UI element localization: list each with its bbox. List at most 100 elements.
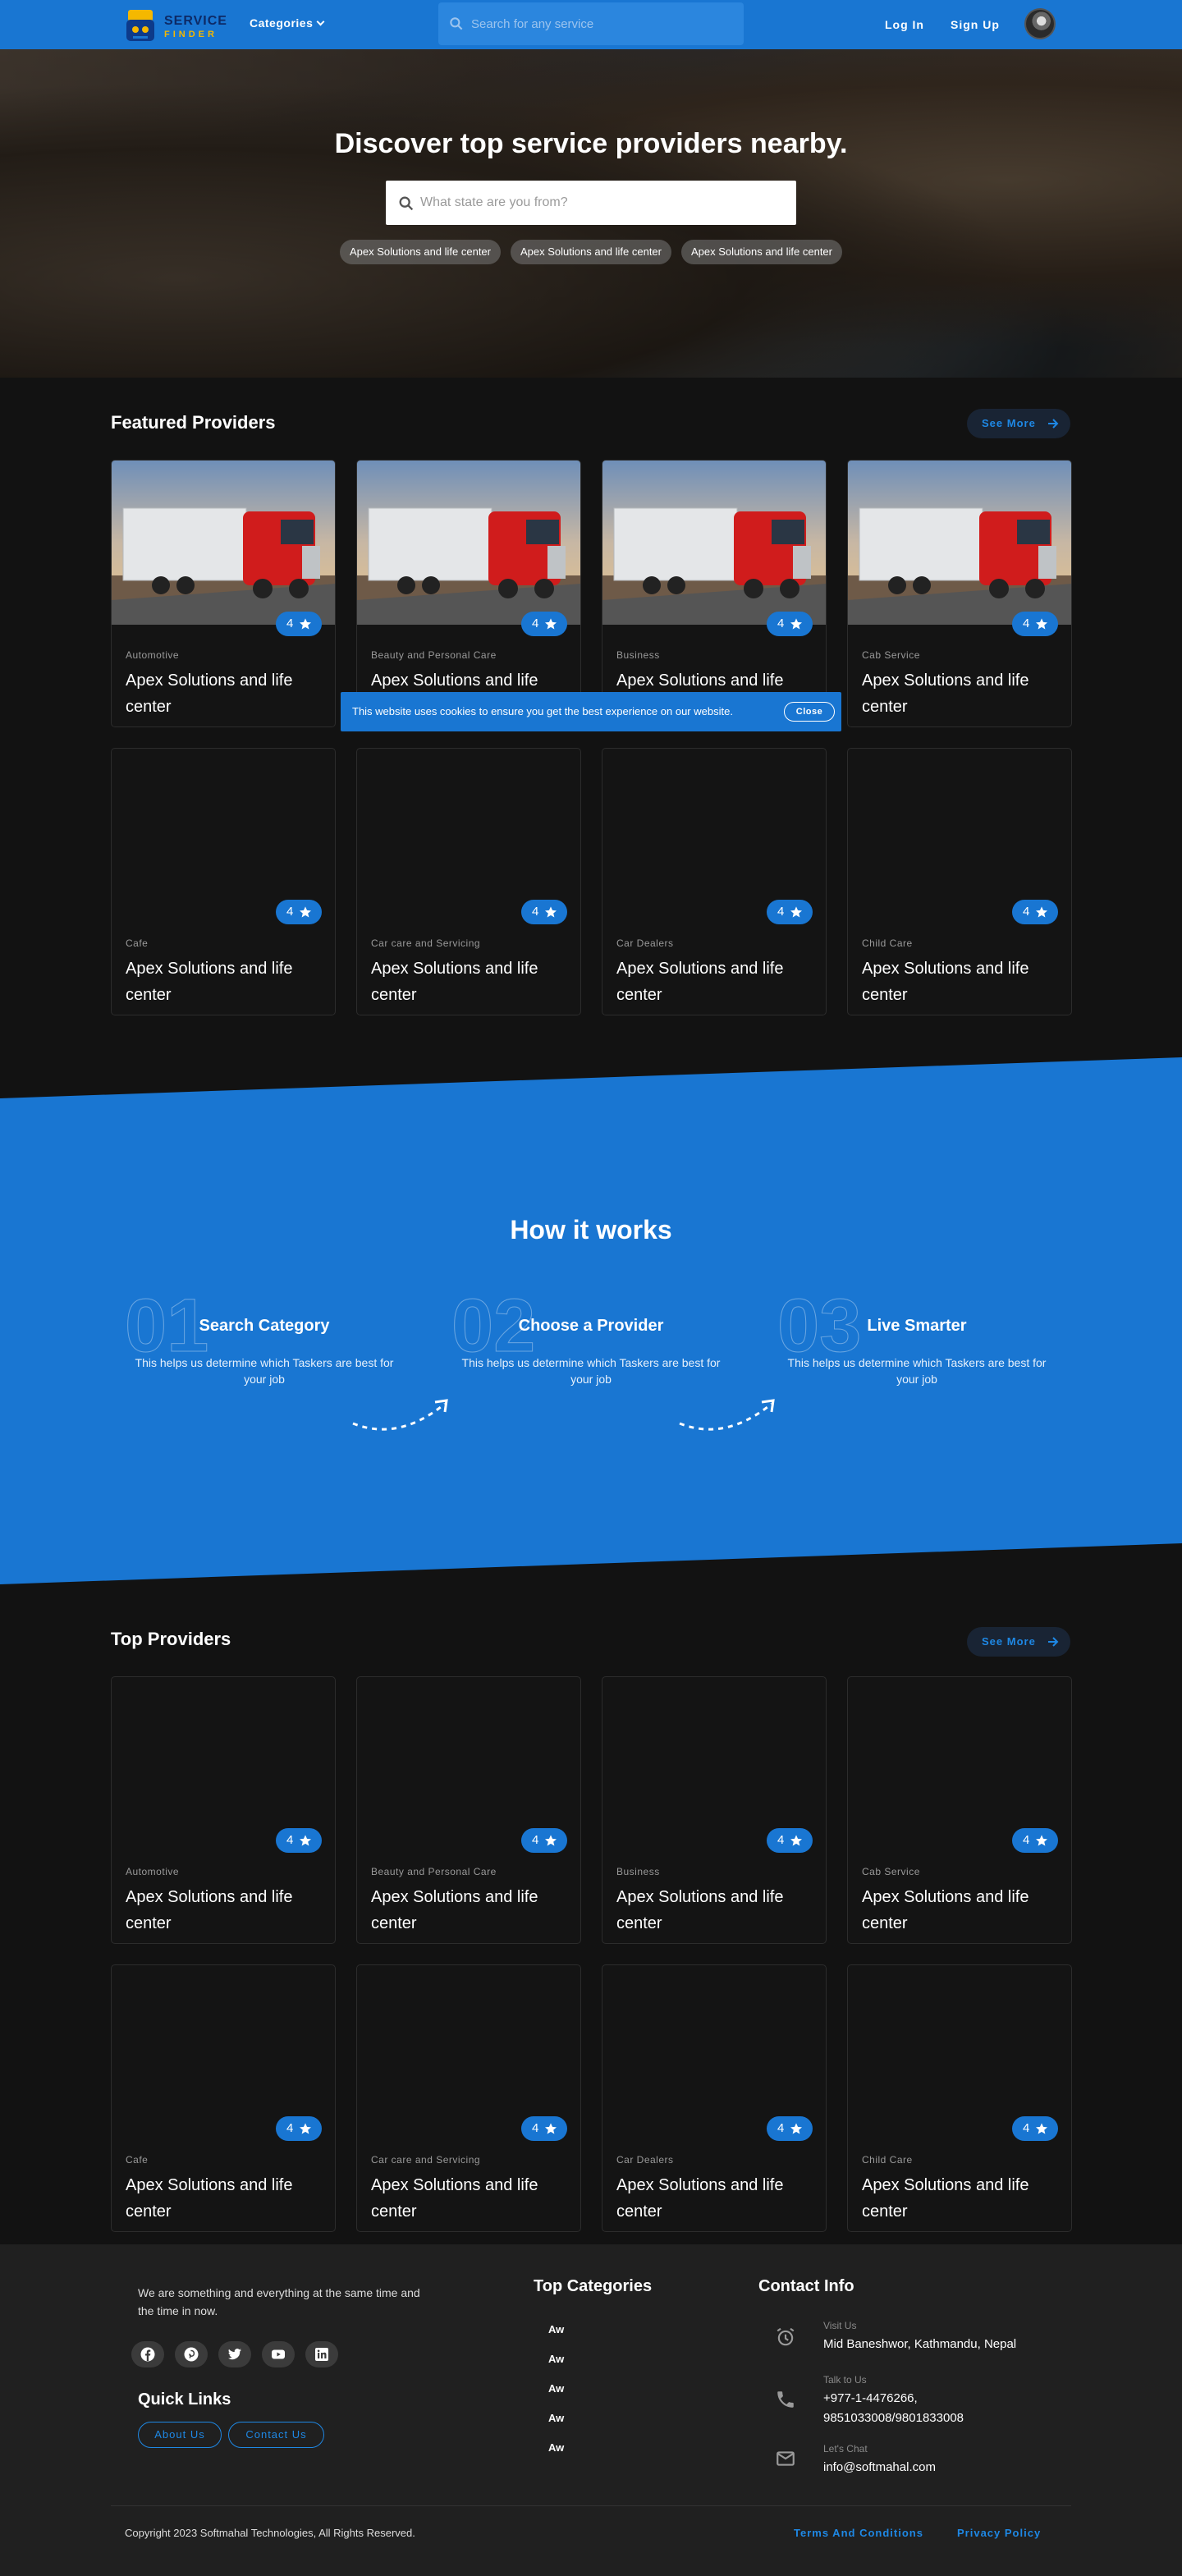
rating-badge: 4 <box>767 612 813 636</box>
search-icon <box>399 196 414 211</box>
avatar[interactable] <box>1024 8 1056 39</box>
provider-image <box>357 749 580 913</box>
logo-text-finder: FINDER <box>164 30 218 39</box>
top-providers-title: Top Providers <box>111 1629 231 1649</box>
terms-link[interactable]: Terms And Conditions <box>794 2527 923 2539</box>
provider-image <box>112 749 335 913</box>
provider-card[interactable]: 4 Car Dealers Apex Solutions and life cent… <box>602 748 827 1015</box>
rating-badge: 4 <box>1012 612 1058 636</box>
truck-image <box>112 461 335 625</box>
provider-card[interactable]: 4 Cab Service Apex Solutions and life cent… <box>847 460 1072 727</box>
footer-divider <box>111 2505 1071 2506</box>
rating-badge: 4 <box>1012 1828 1058 1853</box>
provider-image <box>848 749 1071 913</box>
hero-search-box <box>386 181 796 225</box>
provider-card[interactable]: 4 Beauty and Personal Care Apex Solutions … <box>356 1676 581 1944</box>
cookie-text: This website uses cookies to ensure you … <box>352 705 733 717</box>
star-icon <box>545 2123 557 2134</box>
youtube-icon[interactable] <box>262 2341 295 2367</box>
provider-name: Apex Solutions and life center <box>371 2176 538 2221</box>
logo[interactable]: SERVICE FINDER <box>123 5 227 44</box>
provider-category: Car care and Servicing <box>371 937 481 949</box>
star-icon <box>1036 906 1047 918</box>
top-category-link[interactable]: Aw <box>548 2382 564 2395</box>
provider-card[interactable]: 4 Child Care Apex Solutions and life cente… <box>847 1964 1072 2232</box>
provider-card[interactable]: 4 Child Care Apex Solutions and life cente… <box>847 748 1072 1015</box>
provider-name: Apex Solutions and life center <box>862 672 1029 716</box>
star-icon <box>790 618 802 630</box>
provider-card[interactable]: 4 Beauty and Personal Care Apex Solutions … <box>356 460 581 727</box>
top-see-more-button[interactable]: See More <box>967 1627 1070 1657</box>
hero-title: Discover top service providers nearby. <box>334 128 848 159</box>
provider-card[interactable]: 4BusinessApex Solutions and life center <box>602 460 827 727</box>
login-button[interactable]: Log In <box>885 18 924 31</box>
rating-value: 4 <box>777 2121 785 2135</box>
step-title: Search Category <box>199 1317 330 1335</box>
rating-value: 4 <box>286 616 294 630</box>
suggestion-chip[interactable]: Apex Solutions and life center <box>340 240 501 264</box>
step-description: This helps us determine which Taskers ar… <box>787 1356 1047 1386</box>
provider-name: Apex Solutions and life center <box>126 672 293 716</box>
provider-category: Cafe <box>126 937 149 949</box>
provider-card[interactable]: 4 Cab Service Apex Solutions and life cent… <box>847 1676 1072 1944</box>
provider-image <box>602 749 826 913</box>
featured-see-more-button[interactable]: See More <box>967 409 1070 438</box>
suggestion-chip[interactable]: Apex Solutions and life center <box>681 240 842 264</box>
star-icon <box>300 1835 311 1846</box>
provider-category: Cab Service <box>862 649 920 661</box>
top-search-input[interactable] <box>471 2 734 45</box>
rating-badge: 4 <box>521 900 567 924</box>
rating-value: 4 <box>532 2121 539 2135</box>
facebook-icon[interactable] <box>131 2341 164 2367</box>
categories-dropdown[interactable]: Categories <box>250 16 325 30</box>
signup-button[interactable]: Sign Up <box>951 18 1000 31</box>
truck-image <box>848 461 1071 625</box>
provider-card[interactable]: 4 Cafe Apex Solutions and life center <box>111 1964 336 2232</box>
logo-text-service: SERVICE <box>164 14 227 28</box>
provider-image <box>112 461 335 625</box>
star-icon <box>1036 618 1047 630</box>
provider-name: Apex Solutions and life center <box>371 960 538 1004</box>
provider-card[interactable]: 4 Cafe Apex Solutions and life center <box>111 748 336 1015</box>
cookie-banner: This website uses cookies to ensure you … <box>341 692 841 731</box>
provider-category: Car Dealers <box>616 937 674 949</box>
privacy-link[interactable]: Privacy Policy <box>957 2527 1041 2539</box>
provider-card[interactable]: 4 Automotive Apex Solutions and life cente… <box>111 1676 336 1944</box>
provider-name: Apex Solutions and life center <box>862 1888 1029 1932</box>
provider-card[interactable]: 4 Car care and Servicing Apex Solutions an… <box>356 748 581 1015</box>
provider-card[interactable]: 4BusinessApex Solutions and life center <box>602 1676 827 1944</box>
provider-category: Cafe <box>126 2154 149 2166</box>
provider-image <box>357 1965 580 2129</box>
contact-us-link[interactable]: Contact Us <box>228 2422 324 2448</box>
top-category-link[interactable]: Aw <box>548 2353 564 2365</box>
footer-about-text: We are something and everything at the s… <box>138 2286 420 2317</box>
star-icon <box>545 1835 557 1846</box>
pinterest-icon[interactable] <box>175 2341 208 2367</box>
provider-image <box>357 461 580 625</box>
cookie-close-button[interactable]: Close <box>784 702 835 722</box>
linkedin-icon[interactable] <box>305 2341 338 2367</box>
twitter-icon[interactable] <box>218 2341 251 2367</box>
suggestion-chip[interactable]: Apex Solutions and life center <box>511 240 671 264</box>
top-category-link[interactable]: Aw <box>548 2323 564 2335</box>
rating-value: 4 <box>532 1833 539 1847</box>
search-icon <box>450 17 463 30</box>
rating-badge: 4 <box>767 1828 813 1853</box>
how-it-works-title: How it works <box>510 1215 672 1244</box>
provider-card[interactable]: 4 Car Dealers Apex Solutions and life cent… <box>602 1964 827 2232</box>
provider-category: Beauty and Personal Care <box>371 1866 497 1877</box>
rating-value: 4 <box>1023 616 1030 630</box>
contact-email[interactable]: info@softmahal.com <box>823 2458 936 2477</box>
about-us-link[interactable]: About Us <box>138 2422 222 2448</box>
provider-card[interactable]: 4 Car care and Servicing Apex Solutions an… <box>356 1964 581 2232</box>
provider-card[interactable]: 4 Automotive Apex Solutions and life cente… <box>111 460 336 727</box>
step-title: Choose a Provider <box>518 1317 664 1335</box>
contact-phone: 9851033008/9801833008 <box>823 2411 964 2425</box>
star-icon <box>300 618 311 630</box>
star-icon <box>545 906 557 918</box>
top-category-link[interactable]: Aw <box>548 2441 564 2454</box>
social-links <box>131 2341 349 2367</box>
top-category-link[interactable]: Aw <box>548 2412 564 2424</box>
star-icon <box>1036 2123 1047 2134</box>
state-search-input[interactable] <box>420 181 781 225</box>
